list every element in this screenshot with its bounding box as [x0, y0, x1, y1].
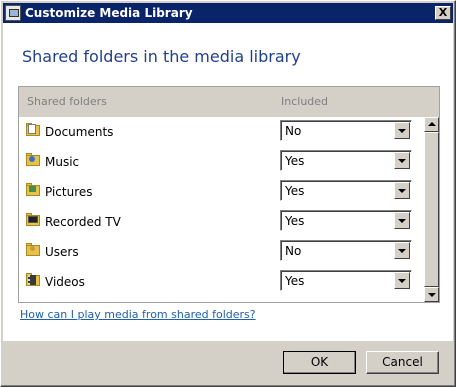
included-value: Yes — [285, 214, 305, 228]
close-button[interactable]: X — [435, 6, 451, 20]
dialog-content: Shared folders in the media library Shar… — [3, 23, 453, 341]
list-item: Pictures Yes — [19, 177, 424, 207]
users-folder-icon — [26, 243, 40, 256]
included-dropdown[interactable]: Yes — [280, 180, 412, 201]
help-link[interactable]: How can I play media from shared folders… — [20, 308, 256, 321]
column-header-included: Included — [281, 95, 329, 108]
chevron-down-icon[interactable] — [394, 152, 410, 169]
included-dropdown[interactable]: No — [280, 240, 412, 261]
page-title: Shared folders in the media library — [22, 47, 301, 66]
media-library-app-icon — [5, 5, 21, 21]
included-dropdown[interactable]: Yes — [280, 270, 412, 291]
list-item: Music Yes — [19, 147, 424, 177]
column-header-shared-folders: Shared folders — [27, 95, 107, 108]
list-body: Documents No Music Yes Pictures Yes Reco… — [19, 117, 424, 302]
list-header: Shared folders Included — [19, 87, 439, 117]
folder-name: Users — [45, 245, 79, 259]
scroll-up-icon[interactable] — [424, 117, 439, 132]
videos-folder-icon — [26, 273, 40, 286]
scroll-down-icon[interactable] — [424, 287, 439, 302]
included-value: No — [285, 124, 302, 138]
title-bar[interactable]: Customize Media Library X — [3, 3, 453, 23]
pictures-folder-icon — [26, 183, 40, 196]
window-title: Customize Media Library — [25, 6, 193, 20]
included-value: Yes — [285, 184, 305, 198]
ok-button[interactable]: OK — [283, 351, 356, 374]
documents-folder-icon — [26, 123, 40, 136]
included-value: Yes — [285, 154, 305, 168]
chevron-down-icon[interactable] — [394, 122, 410, 139]
folder-name: Documents — [45, 125, 114, 139]
folder-name: Music — [45, 155, 80, 169]
shared-folders-list: Shared folders Included Documents No Mus… — [18, 86, 440, 303]
chevron-down-icon[interactable] — [394, 182, 410, 199]
folder-name: Pictures — [45, 185, 93, 199]
customize-media-library-dialog: Customize Media Library X Shared folders… — [0, 0, 456, 387]
included-dropdown[interactable]: Yes — [280, 150, 412, 171]
vertical-scrollbar[interactable] — [424, 117, 439, 302]
music-folder-icon — [26, 153, 40, 166]
list-item: Documents No — [19, 117, 424, 147]
included-dropdown[interactable]: No — [280, 120, 412, 141]
included-value: No — [285, 244, 302, 258]
folder-name: Videos — [45, 275, 85, 289]
list-item: Videos Yes — [19, 267, 424, 297]
chevron-down-icon[interactable] — [394, 212, 410, 229]
included-dropdown[interactable]: Yes — [280, 210, 412, 231]
list-item: Recorded TV Yes — [19, 207, 424, 237]
included-value: Yes — [285, 274, 305, 288]
list-item: Users No — [19, 237, 424, 267]
chevron-down-icon[interactable] — [394, 272, 410, 289]
scrollbar-thumb[interactable] — [424, 132, 439, 287]
recorded-tv-folder-icon — [26, 213, 40, 226]
folder-name: Recorded TV — [45, 215, 121, 229]
chevron-down-icon[interactable] — [394, 242, 410, 259]
cancel-button[interactable]: Cancel — [366, 351, 439, 374]
